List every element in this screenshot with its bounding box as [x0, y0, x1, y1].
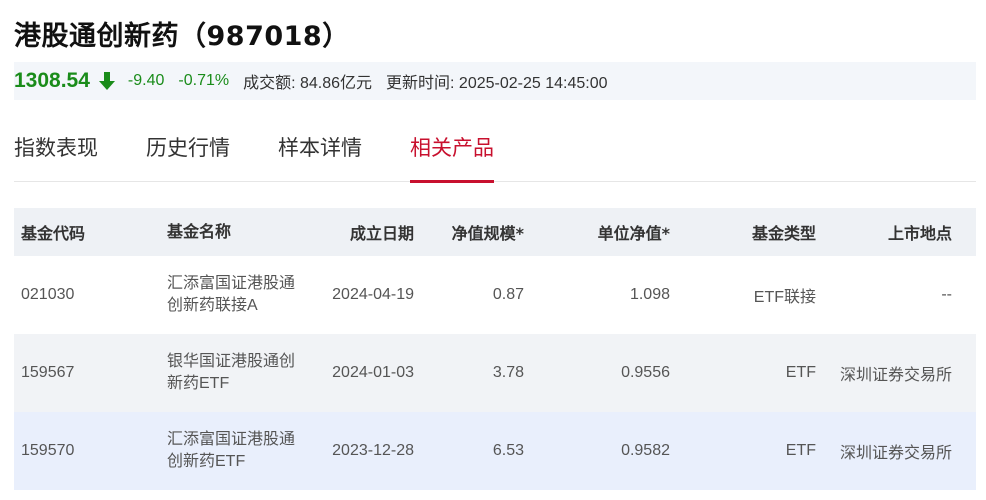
tab-bar: 指数表现 历史行情 样本详情 相关产品 — [14, 122, 976, 183]
table-row: 021030 汇添富国证港股通创新药联接A 2024-04-19 0.87 1.… — [14, 256, 976, 334]
fund-code: 159570 — [21, 442, 75, 459]
price-change-percent: -0.71% — [178, 72, 230, 89]
header-inception-date: 成立日期 — [349, 224, 414, 243]
fund-type: ETF — [785, 442, 816, 459]
header-net-asset-scale: 净值规模* — [451, 224, 524, 243]
listing-venue: -- — [941, 286, 952, 303]
listing-venue: 深圳证券交易所 — [839, 445, 952, 462]
inception-date: 2023-12-28 — [332, 442, 414, 459]
header-fund-type: 基金类型 — [751, 224, 816, 243]
update-time: 更新时间: 2025-02-25 14:45:00 — [386, 75, 608, 92]
net-asset-scale: 3.78 — [492, 364, 524, 381]
header-unit-nav: 单位净值* — [597, 224, 670, 243]
table-header-row: 基金代码 基金名称 成立日期 净值规模* 单位净值* 基金类型 上市地点 — [14, 208, 976, 256]
listing-venue: 深圳证券交易所 — [839, 367, 952, 384]
unit-nav: 1.098 — [629, 286, 670, 303]
fund-type: ETF联接 — [753, 289, 816, 306]
fund-name[interactable]: 银华国证港股通创新药ETF — [160, 351, 310, 395]
products-table: 基金代码 基金名称 成立日期 净值规模* 单位净值* 基金类型 上市地点 021… — [14, 208, 976, 490]
index-price: 1308.54 — [14, 69, 90, 92]
quote-bar: 1308.54 -9.40 -0.71% 成交额: 84.86亿元 更新时间: … — [14, 62, 976, 100]
net-asset-scale: 6.53 — [492, 442, 524, 459]
header-listing-venue: 上市地点 — [887, 224, 952, 243]
header-fund-name: 基金名称 — [167, 222, 232, 241]
unit-nav: 0.9582 — [621, 442, 670, 459]
table-row: 159570 汇添富国证港股通创新药ETF 2023-12-28 6.53 0.… — [14, 412, 976, 490]
fund-name[interactable]: 汇添富国证港股通创新药联接A — [160, 273, 310, 317]
price-change: -9.40 — [127, 72, 165, 89]
inception-date: 2024-01-03 — [332, 364, 414, 381]
table-row: 159567 银华国证港股通创新药ETF 2024-01-03 3.78 0.9… — [14, 334, 976, 412]
turnover: 成交额: 84.86亿元 — [243, 75, 373, 92]
fund-type: ETF — [785, 364, 816, 381]
inception-date: 2024-04-19 — [332, 286, 414, 303]
tab-related-products[interactable]: 相关产品 — [410, 122, 494, 183]
arrow-down-icon — [98, 71, 116, 91]
page-title: 港股通创新药（987018） — [14, 21, 350, 52]
fund-name[interactable]: 汇添富国证港股通创新药ETF — [160, 429, 310, 473]
tab-index-performance[interactable]: 指数表现 — [14, 122, 98, 182]
header-fund-code: 基金代码 — [21, 224, 86, 243]
fund-code: 021030 — [21, 286, 75, 303]
net-asset-scale: 0.87 — [492, 286, 524, 303]
unit-nav: 0.9556 — [621, 364, 670, 381]
tab-historical-quotes[interactable]: 历史行情 — [146, 122, 230, 182]
fund-code: 159567 — [21, 364, 75, 381]
tab-sample-details[interactable]: 样本详情 — [278, 122, 362, 182]
